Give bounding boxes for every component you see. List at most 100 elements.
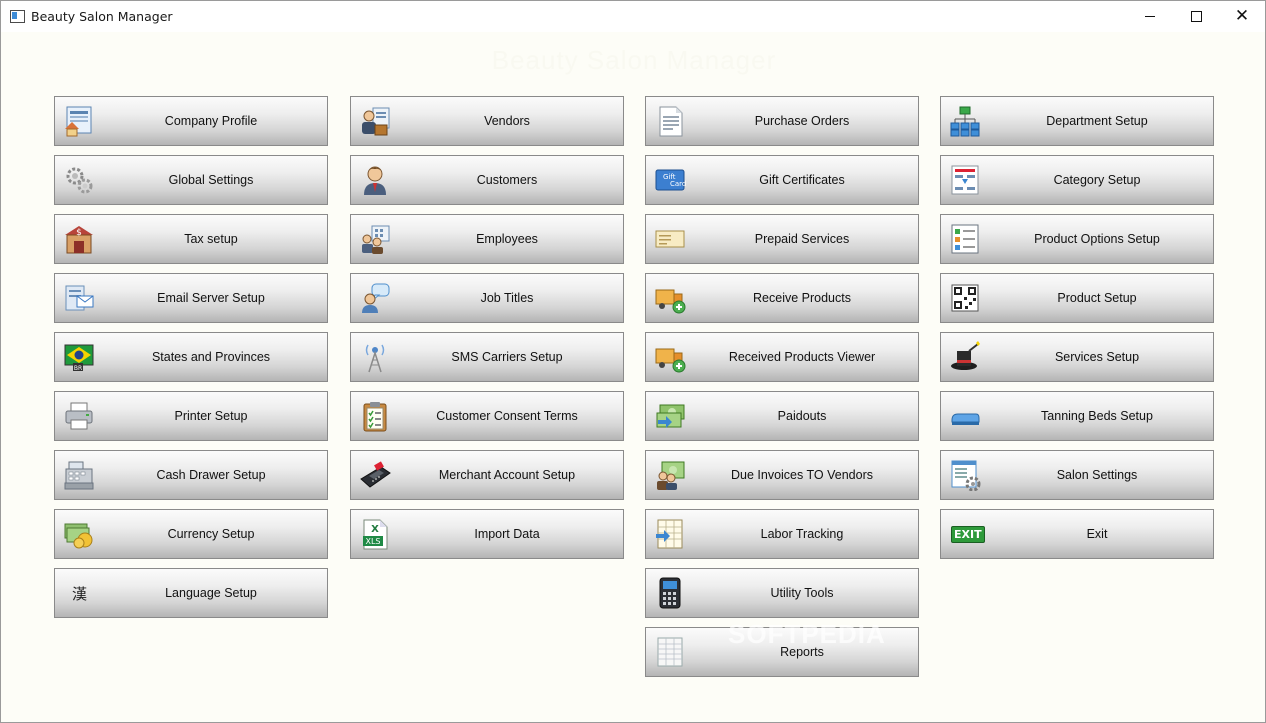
- job-titles-button[interactable]: Job Titles: [350, 273, 624, 323]
- utility-tools-label: Utility Tools: [770, 586, 834, 600]
- language-setup-label: Language Setup: [165, 586, 257, 600]
- org-chart-icon: [949, 105, 981, 137]
- labor-tracking-button[interactable]: Labor Tracking: [645, 509, 919, 559]
- title-bar[interactable]: Beauty Salon Manager ✕: [1, 1, 1265, 32]
- gift-certificates-button[interactable]: Gift Card Gift Certificates: [645, 155, 919, 205]
- states-and-provinces-label: States and Provinces: [151, 350, 271, 364]
- printer-icon: [63, 400, 95, 432]
- customer-consent-terms-button[interactable]: Customer Consent Terms: [350, 391, 624, 441]
- paidouts-button[interactable]: Paidouts: [645, 391, 919, 441]
- vendors-label: Vendors: [484, 114, 530, 128]
- email-server-setup-label: Email Server Setup: [157, 291, 265, 305]
- currency-setup-button[interactable]: Currency Setup: [54, 509, 328, 559]
- minimize-icon: [1145, 16, 1155, 17]
- employees-label: Employees: [476, 232, 538, 246]
- menu-column-products: Department Setup Category Setup Product Op…: [940, 96, 1214, 568]
- utility-tools-button[interactable]: Utility Tools: [645, 568, 919, 618]
- merchant-account-setup-button[interactable]: Merchant Account Setup: [350, 450, 624, 500]
- maximize-icon: [1190, 11, 1202, 22]
- qr-code-icon: [949, 282, 981, 314]
- employees-button[interactable]: Employees: [350, 214, 624, 264]
- truck-view-icon: [654, 341, 686, 373]
- menu-column-people: Vendors Customers Employees Job Titles SMS C…: [350, 96, 624, 568]
- customers-label: Customers: [476, 173, 538, 187]
- currency-icon: [63, 518, 95, 550]
- language-icon-glyph: 漢: [72, 585, 88, 603]
- minimize-button[interactable]: [1127, 1, 1173, 32]
- antenna-icon: [359, 341, 391, 373]
- tanning-bed-icon: [949, 400, 981, 432]
- exit-button[interactable]: EXIT Exit: [940, 509, 1214, 559]
- svg-text:XLS: XLS: [365, 537, 380, 546]
- category-icon: [949, 164, 981, 196]
- flag-icon: BR: [63, 341, 95, 373]
- app-window: Beauty Salon Manager ✕ Beauty Salon Mana…: [0, 0, 1266, 723]
- ticket-icon: [654, 223, 686, 255]
- svg-text:$: $: [76, 228, 82, 238]
- printer-setup-button[interactable]: Printer Setup: [54, 391, 328, 441]
- close-button[interactable]: ✕: [1219, 1, 1265, 32]
- company-icon: [63, 105, 95, 137]
- vendors-button[interactable]: Vendors: [350, 96, 624, 146]
- money-arrow-icon: [654, 400, 686, 432]
- due-invoices-to-vendors-button[interactable]: Due Invoices TO Vendors: [645, 450, 919, 500]
- company-profile-button[interactable]: Company Profile: [54, 96, 328, 146]
- prepaid-services-label: Prepaid Services: [754, 232, 850, 246]
- tanning-beds-setup-button[interactable]: Tanning Beds Setup: [940, 391, 1214, 441]
- received-products-viewer-label: Received Products Viewer: [728, 350, 876, 364]
- global-settings-label: Global Settings: [168, 173, 254, 187]
- window-title: Beauty Salon Manager: [31, 9, 173, 24]
- svg-text:BR: BR: [74, 365, 82, 372]
- chat-user-icon: [359, 282, 391, 314]
- gift-certificates-label: Gift Certificates: [759, 173, 845, 187]
- money-people-icon: [654, 459, 686, 491]
- reports-button[interactable]: Reports: [645, 627, 919, 677]
- tax-setup-label: Tax setup: [184, 232, 238, 246]
- magic-hat-icon: [949, 341, 981, 373]
- purchase-orders-label: Purchase Orders: [754, 114, 850, 128]
- product-setup-button[interactable]: Product Setup: [940, 273, 1214, 323]
- product-options-setup-button[interactable]: Product Options Setup: [940, 214, 1214, 264]
- import-data-button[interactable]: X XLS Import Data: [350, 509, 624, 559]
- received-products-viewer-button[interactable]: Received Products Viewer: [645, 332, 919, 382]
- purchase-orders-button[interactable]: Purchase Orders: [645, 96, 919, 146]
- states-and-provinces-button[interactable]: BR States and Provinces: [54, 332, 328, 382]
- gift-card-icon: Gift Card: [654, 164, 686, 196]
- category-setup-button[interactable]: Category Setup: [940, 155, 1214, 205]
- card-terminal-icon: [359, 459, 391, 491]
- cash-register-icon: [63, 459, 95, 491]
- company-profile-label: Company Profile: [164, 114, 258, 128]
- customers-button[interactable]: Customers: [350, 155, 624, 205]
- sms-carriers-setup-button[interactable]: SMS Carriers Setup: [350, 332, 624, 382]
- import-data-label: Import Data: [474, 527, 540, 541]
- language-setup-button[interactable]: 漢 Language Setup: [54, 568, 328, 618]
- tanning-beds-setup-label: Tanning Beds Setup: [1041, 409, 1153, 423]
- maximize-button[interactable]: [1173, 1, 1219, 32]
- printer-setup-label: Printer Setup: [174, 409, 248, 423]
- tax-setup-button[interactable]: $ Tax setup: [54, 214, 328, 264]
- product-options-setup-label: Product Options Setup: [1034, 232, 1160, 246]
- customer-consent-terms-label: Customer Consent Terms: [436, 409, 578, 423]
- currency-setup-label: Currency Setup: [167, 527, 255, 541]
- salon-settings-icon: [949, 459, 981, 492]
- svg-text:Card: Card: [670, 180, 686, 188]
- reports-label: Reports: [780, 645, 824, 659]
- department-setup-button[interactable]: Department Setup: [940, 96, 1214, 146]
- salon-settings-label: Salon Settings: [1056, 468, 1138, 482]
- exit-icon-glyph: EXIT: [951, 526, 985, 543]
- salon-settings-button[interactable]: Salon Settings: [940, 450, 1214, 500]
- merchant-account-setup-label: Merchant Account Setup: [438, 468, 576, 482]
- svg-text:X: X: [371, 524, 379, 535]
- prepaid-services-button[interactable]: Prepaid Services: [645, 214, 919, 264]
- clipboard-icon: [359, 400, 391, 432]
- services-setup-button[interactable]: Services Setup: [940, 332, 1214, 382]
- truck-add-icon: [654, 282, 686, 314]
- global-settings-button[interactable]: Global Settings: [54, 155, 328, 205]
- email-server-setup-button[interactable]: Email Server Setup: [54, 273, 328, 323]
- cash-drawer-setup-button[interactable]: Cash Drawer Setup: [54, 450, 328, 500]
- receive-products-button[interactable]: Receive Products: [645, 273, 919, 323]
- calculator-icon: [654, 577, 686, 609]
- receive-products-label: Receive Products: [753, 291, 851, 305]
- labor-tracking-label: Labor Tracking: [760, 527, 844, 541]
- xls-icon: X XLS: [359, 518, 391, 550]
